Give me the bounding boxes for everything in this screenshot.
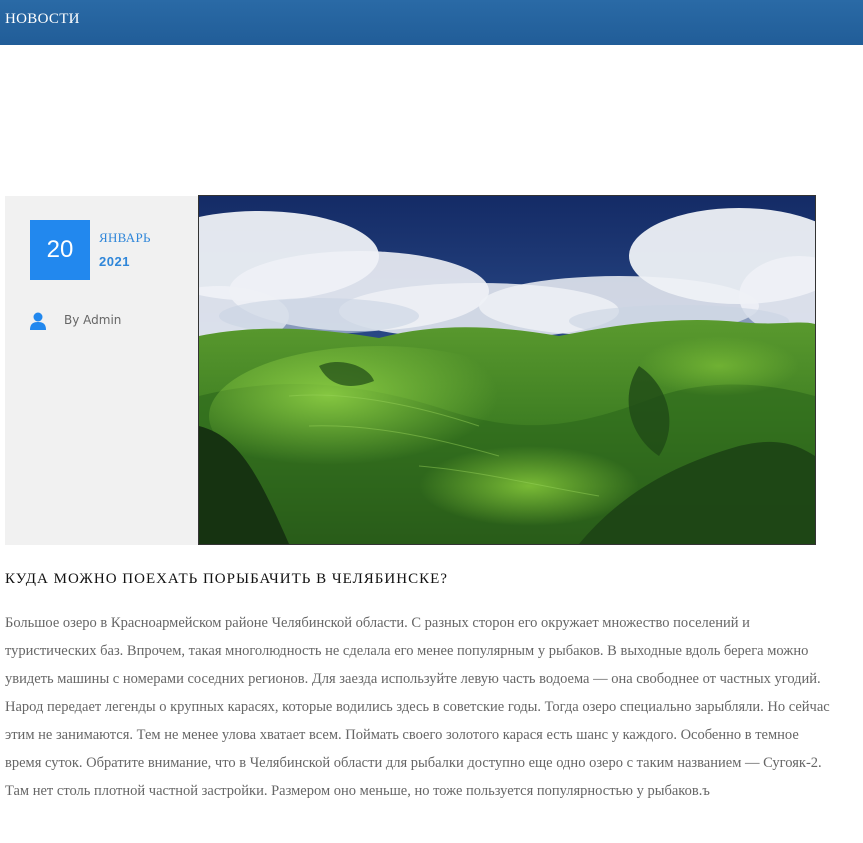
date-day-badge: 20 (30, 220, 90, 280)
section-title[interactable]: НОВОСТИ (5, 11, 80, 28)
post-meta-panel: 20 ЯНВАРЬ 2021 By Admin (5, 196, 198, 545)
post-featured-image[interactable] (198, 195, 816, 545)
top-header-bar: НОВОСТИ (0, 0, 863, 45)
date-month: ЯНВАРЬ (99, 230, 151, 245)
post-author[interactable]: By Admin (64, 313, 121, 327)
post-title[interactable]: КУДА МОЖНО ПОЕХАТЬ ПОРЫБАЧИТЬ В ЧЕЛЯБИНС… (5, 571, 448, 588)
landscape-photo (199, 196, 815, 544)
user-icon (30, 312, 46, 330)
date-year: 2021 (99, 254, 130, 269)
post-body-text: Большое озеро в Красноармейском районе Ч… (5, 615, 830, 799)
